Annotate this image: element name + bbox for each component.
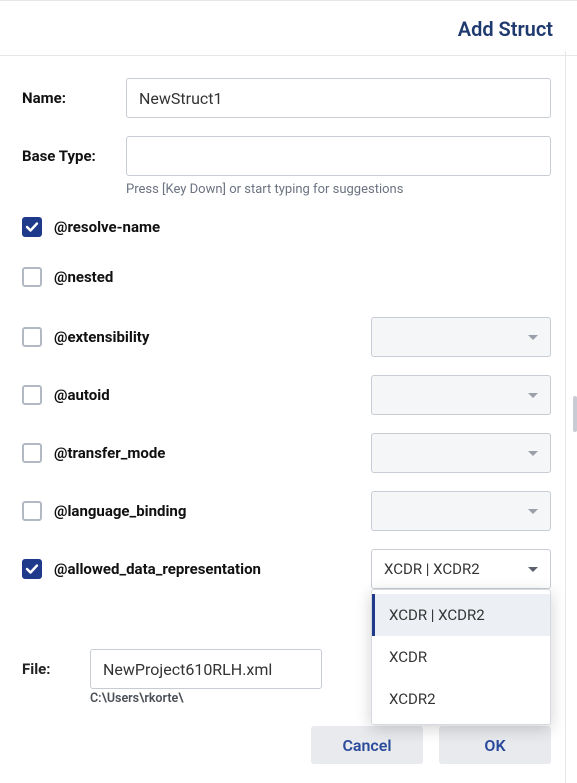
autoid-select[interactable] [371, 375, 551, 415]
file-input[interactable] [90, 649, 322, 689]
option-autoid: @autoid [22, 375, 551, 415]
option-resolve-name: @resolve-name [22, 217, 551, 237]
chevron-down-icon [528, 393, 538, 398]
autoid-label: @autoid [54, 386, 110, 404]
allowed-data-rep-label: @allowed_data_representation [54, 560, 261, 578]
chevron-down-icon [528, 509, 538, 514]
language-binding-label: @language_binding [54, 502, 186, 520]
extensibility-checkbox[interactable] [22, 327, 42, 347]
extensibility-select[interactable] [371, 317, 551, 357]
allowed-data-rep-checkbox[interactable] [22, 559, 42, 579]
check-icon [25, 220, 39, 234]
dialog-actions: Cancel OK [311, 726, 551, 764]
option-nested: @nested [22, 267, 551, 287]
cancel-button[interactable]: Cancel [311, 726, 423, 764]
resolve-name-label: @resolve-name [54, 218, 160, 236]
name-row: Name: [22, 78, 551, 118]
chevron-down-icon [528, 335, 538, 340]
resolve-name-checkbox[interactable] [22, 217, 42, 237]
chevron-down-icon [528, 567, 538, 572]
name-input[interactable] [126, 78, 551, 118]
autoid-checkbox[interactable] [22, 385, 42, 405]
dropdown-item[interactable]: XCDR | XCDR2 [372, 594, 550, 636]
dialog-title: Add Struct [458, 17, 553, 41]
transfer-mode-label: @transfer_mode [54, 444, 165, 462]
transfer-mode-checkbox[interactable] [22, 443, 42, 463]
file-label: File: [22, 660, 90, 678]
nested-label: @nested [54, 268, 113, 286]
nested-checkbox[interactable] [22, 267, 42, 287]
option-extensibility: @extensibility [22, 317, 551, 357]
name-label: Name: [22, 89, 126, 107]
option-allowed-data-representation: @allowed_data_representation XCDR | XCDR… [22, 549, 551, 589]
base-type-input[interactable] [126, 136, 551, 176]
extensibility-label: @extensibility [54, 328, 149, 346]
language-binding-checkbox[interactable] [22, 501, 42, 521]
language-binding-select[interactable] [371, 491, 551, 531]
ok-button[interactable]: OK [439, 726, 551, 764]
chevron-down-icon [528, 451, 538, 456]
allowed-data-rep-select[interactable]: XCDR | XCDR2 [371, 549, 551, 589]
option-language-binding: @language_binding [22, 491, 551, 531]
transfer-mode-select[interactable] [371, 433, 551, 473]
base-type-label: Base Type: [22, 147, 126, 165]
allowed-data-rep-value: XCDR | XCDR2 [384, 560, 480, 578]
allowed-data-rep-dropdown: XCDR | XCDR2 XCDR XCDR2 [371, 589, 551, 725]
dropdown-item[interactable]: XCDR2 [372, 678, 550, 720]
dropdown-item[interactable]: XCDR [372, 636, 550, 678]
base-type-hint: Press [Key Down] or start typing for sug… [126, 182, 551, 197]
check-icon [25, 562, 39, 576]
dialog-header: Add Struct [0, 1, 577, 56]
option-transfer-mode: @transfer_mode [22, 433, 551, 473]
base-type-row: Base Type: [22, 136, 551, 176]
